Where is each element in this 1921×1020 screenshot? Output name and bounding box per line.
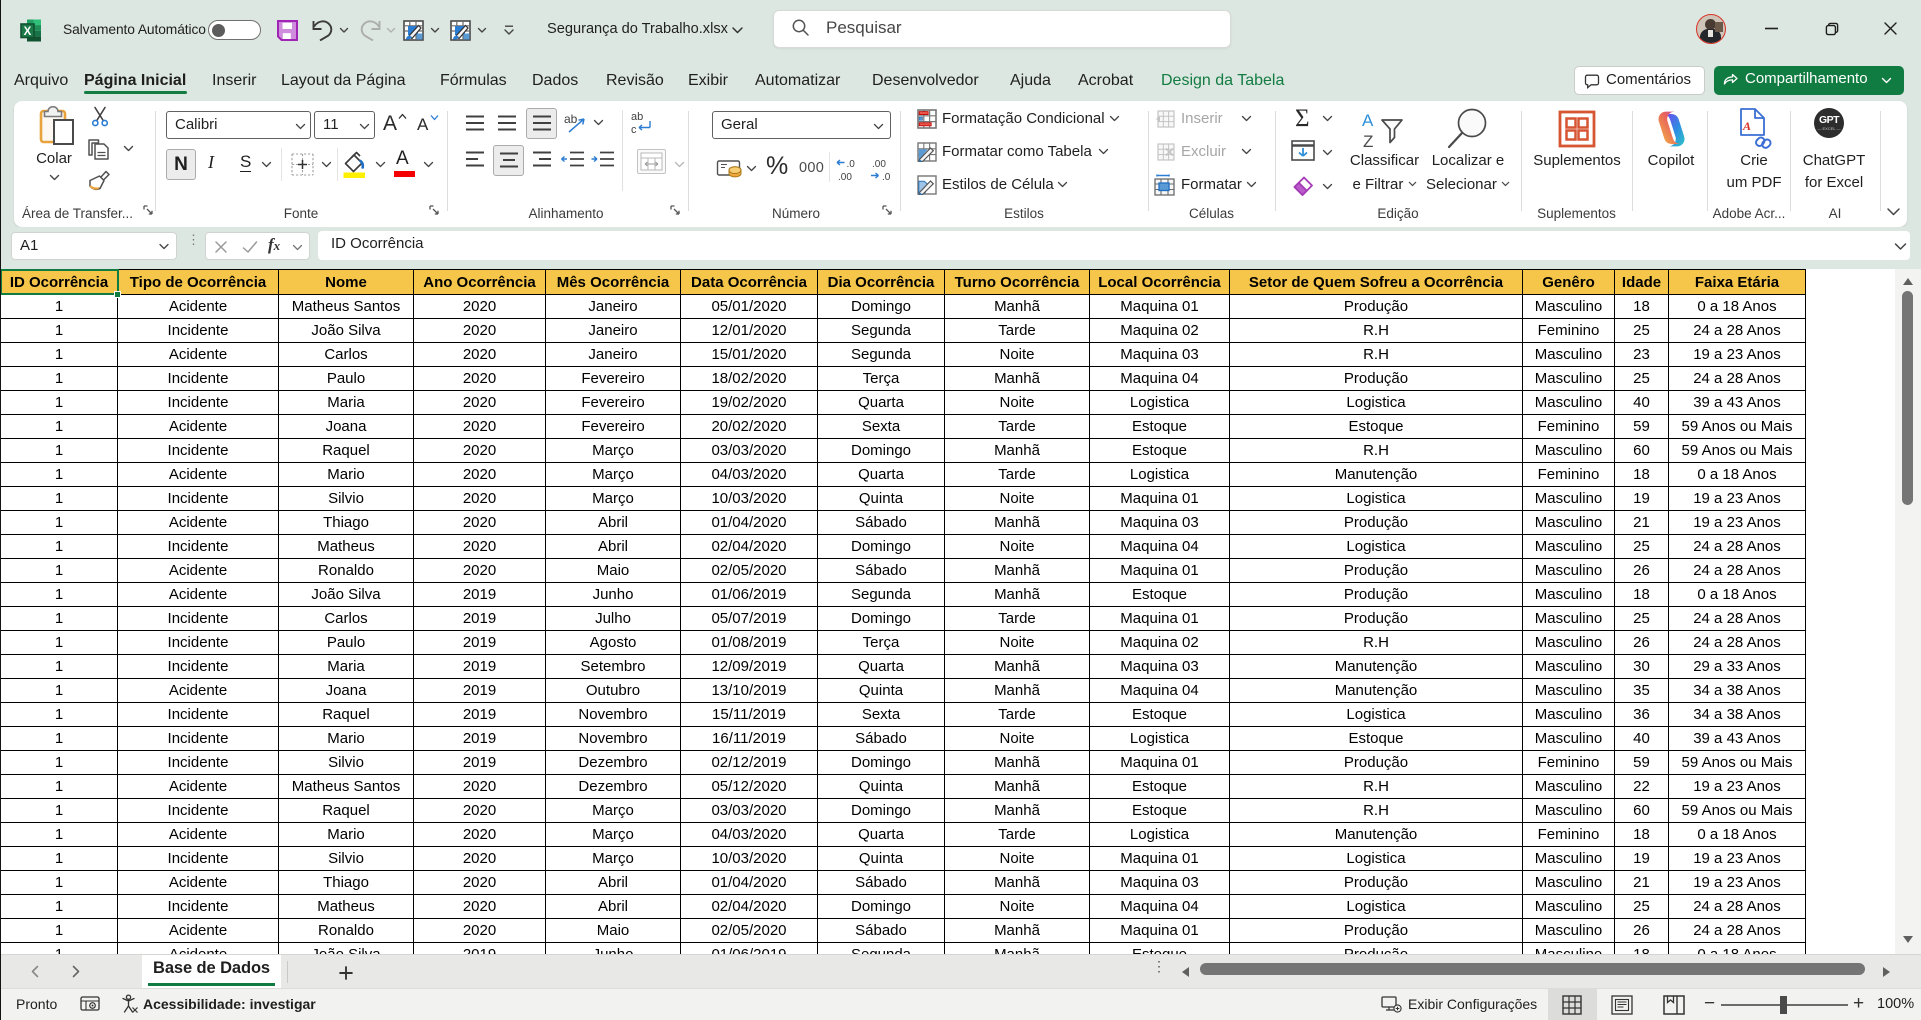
svg-text:Z: Z bbox=[1363, 132, 1373, 151]
svg-text:c: c bbox=[631, 124, 637, 136]
svg-text:.00: .00 bbox=[872, 159, 886, 170]
svg-text:ab: ab bbox=[564, 112, 578, 126]
svg-text:A: A bbox=[1362, 111, 1374, 130]
svg-text:ab: ab bbox=[631, 111, 643, 123]
svg-text:.0: .0 bbox=[882, 172, 891, 183]
svg-text:X: X bbox=[24, 26, 32, 38]
svg-text:.00: .00 bbox=[838, 172, 852, 183]
svg-text:.0: .0 bbox=[847, 159, 856, 170]
svg-text:A: A bbox=[1742, 119, 1751, 133]
